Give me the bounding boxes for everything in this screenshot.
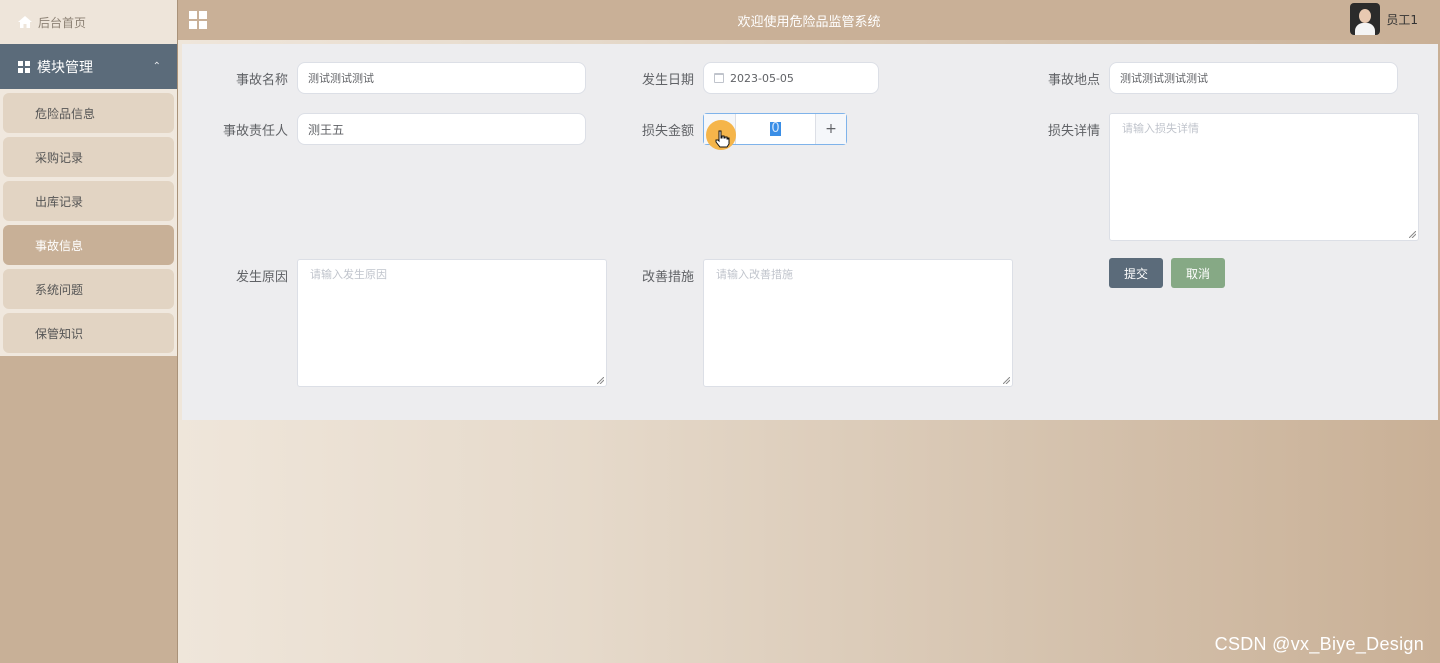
loss-details-textarea[interactable]: 请输入损失详情 xyxy=(1109,113,1419,241)
sidebar-item-hazard-info[interactable]: 危险品信息 xyxy=(3,93,174,133)
page-title: 欢迎使用危险品监管系统 xyxy=(737,14,881,30)
sidebar-home-label: 后台首页 xyxy=(38,15,87,30)
user-name: 员工1 xyxy=(1386,12,1418,27)
loss-amount-value: 0 xyxy=(770,121,781,136)
responsible-person-value: 测王五 xyxy=(308,122,345,137)
improvement-label: 改善措施 xyxy=(641,270,694,285)
sidebar-item-label: 事故信息 xyxy=(35,238,84,253)
sidebar-item-accident-info[interactable]: 事故信息 xyxy=(3,225,174,265)
menu-grid-icon[interactable] xyxy=(189,11,207,29)
improvement-placeholder: 请输入改善措施 xyxy=(716,268,793,281)
sidebar-module-header[interactable]: 模块管理 ⌃ xyxy=(0,44,177,89)
avatar[interactable] xyxy=(1350,3,1381,35)
accident-name-label: 事故名称 xyxy=(235,73,288,88)
accident-location-value: 测试测试测试测试 xyxy=(1120,72,1208,85)
sidebar-item-label: 保管知识 xyxy=(35,326,84,341)
loss-amount-stepper[interactable]: 0 + xyxy=(703,113,847,150)
sidebar-item-label: 危险品信息 xyxy=(35,106,96,121)
grid-icon xyxy=(18,60,30,73)
user-menu[interactable]: 员工1 xyxy=(1350,3,1418,35)
chevron-up-icon: ⌃ xyxy=(152,61,161,72)
cancel-button[interactable]: 取消 xyxy=(1171,258,1225,288)
sidebar-module-label: 模块管理 xyxy=(37,59,93,76)
sidebar-item-storage-knowledge[interactable]: 保管知识 xyxy=(3,313,174,353)
sidebar: 后台首页 模块管理 ⌃ 危险品信息 采购记录 出库记录 事故信息 系统问题 保管… xyxy=(0,0,178,663)
occur-date-label: 发生日期 xyxy=(641,73,694,88)
calendar-icon xyxy=(714,73,724,83)
home-icon xyxy=(18,16,32,28)
resize-grip-icon[interactable] xyxy=(1003,377,1010,384)
loss-details-placeholder: 请输入损失详情 xyxy=(1122,122,1199,135)
increase-button[interactable]: + xyxy=(815,114,846,144)
loss-amount-input[interactable]: 0 xyxy=(736,114,815,144)
sidebar-item-label: 出库记录 xyxy=(35,194,84,209)
decrease-button[interactable] xyxy=(704,114,736,150)
watermark: CSDN @vx_Biye_Design xyxy=(1214,634,1424,654)
submit-button[interactable]: 提交 xyxy=(1109,258,1163,288)
hand-cursor-icon xyxy=(715,130,730,148)
sidebar-item-purchase-records[interactable]: 采购记录 xyxy=(3,137,174,177)
sidebar-item-system-issues[interactable]: 系统问题 xyxy=(3,269,174,309)
accident-location-label: 事故地点 xyxy=(1047,73,1100,88)
accident-name-value: 测试测试测试 xyxy=(308,72,374,85)
cause-label: 发生原因 xyxy=(235,270,288,285)
sidebar-item-outbound-records[interactable]: 出库记录 xyxy=(3,181,174,221)
responsible-person-label: 事故责任人 xyxy=(222,124,288,139)
cause-placeholder: 请输入发生原因 xyxy=(310,268,387,281)
responsible-person-input[interactable]: 测王五 xyxy=(297,113,586,145)
resize-grip-icon[interactable] xyxy=(597,377,604,384)
accident-name-input[interactable]: 测试测试测试 xyxy=(297,62,586,94)
loss-details-label: 损失详情 xyxy=(1047,124,1100,139)
accident-form: 事故名称 测试测试测试 发生日期 2023-05-05 事故地点 测试测试测试测… xyxy=(182,44,1438,420)
sidebar-home[interactable]: 后台首页 xyxy=(0,0,177,44)
occur-date-value: 2023-05-05 xyxy=(730,71,794,85)
sidebar-item-label: 采购记录 xyxy=(35,150,84,165)
sidebar-menu: 危险品信息 采购记录 出库记录 事故信息 系统问题 保管知识 xyxy=(0,89,177,356)
occur-date-picker[interactable]: 2023-05-05 xyxy=(703,62,879,94)
resize-grip-icon[interactable] xyxy=(1409,231,1416,238)
top-header: 欢迎使用危险品监管系统 员工1 xyxy=(178,0,1440,40)
accident-location-input[interactable]: 测试测试测试测试 xyxy=(1109,62,1398,94)
cause-textarea[interactable]: 请输入发生原因 xyxy=(297,259,607,387)
loss-amount-label: 损失金额 xyxy=(641,124,694,139)
improvement-textarea[interactable]: 请输入改善措施 xyxy=(703,259,1013,387)
plus-icon: + xyxy=(825,121,837,137)
sidebar-item-label: 系统问题 xyxy=(35,282,84,297)
